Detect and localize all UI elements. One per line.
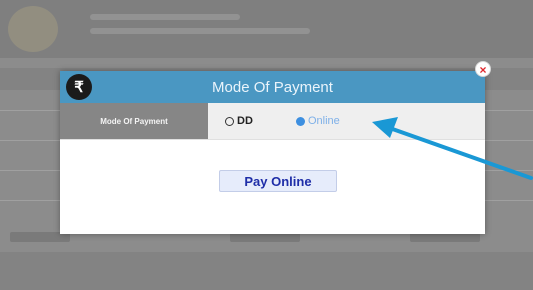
annotation-arrow-icon <box>372 117 533 180</box>
